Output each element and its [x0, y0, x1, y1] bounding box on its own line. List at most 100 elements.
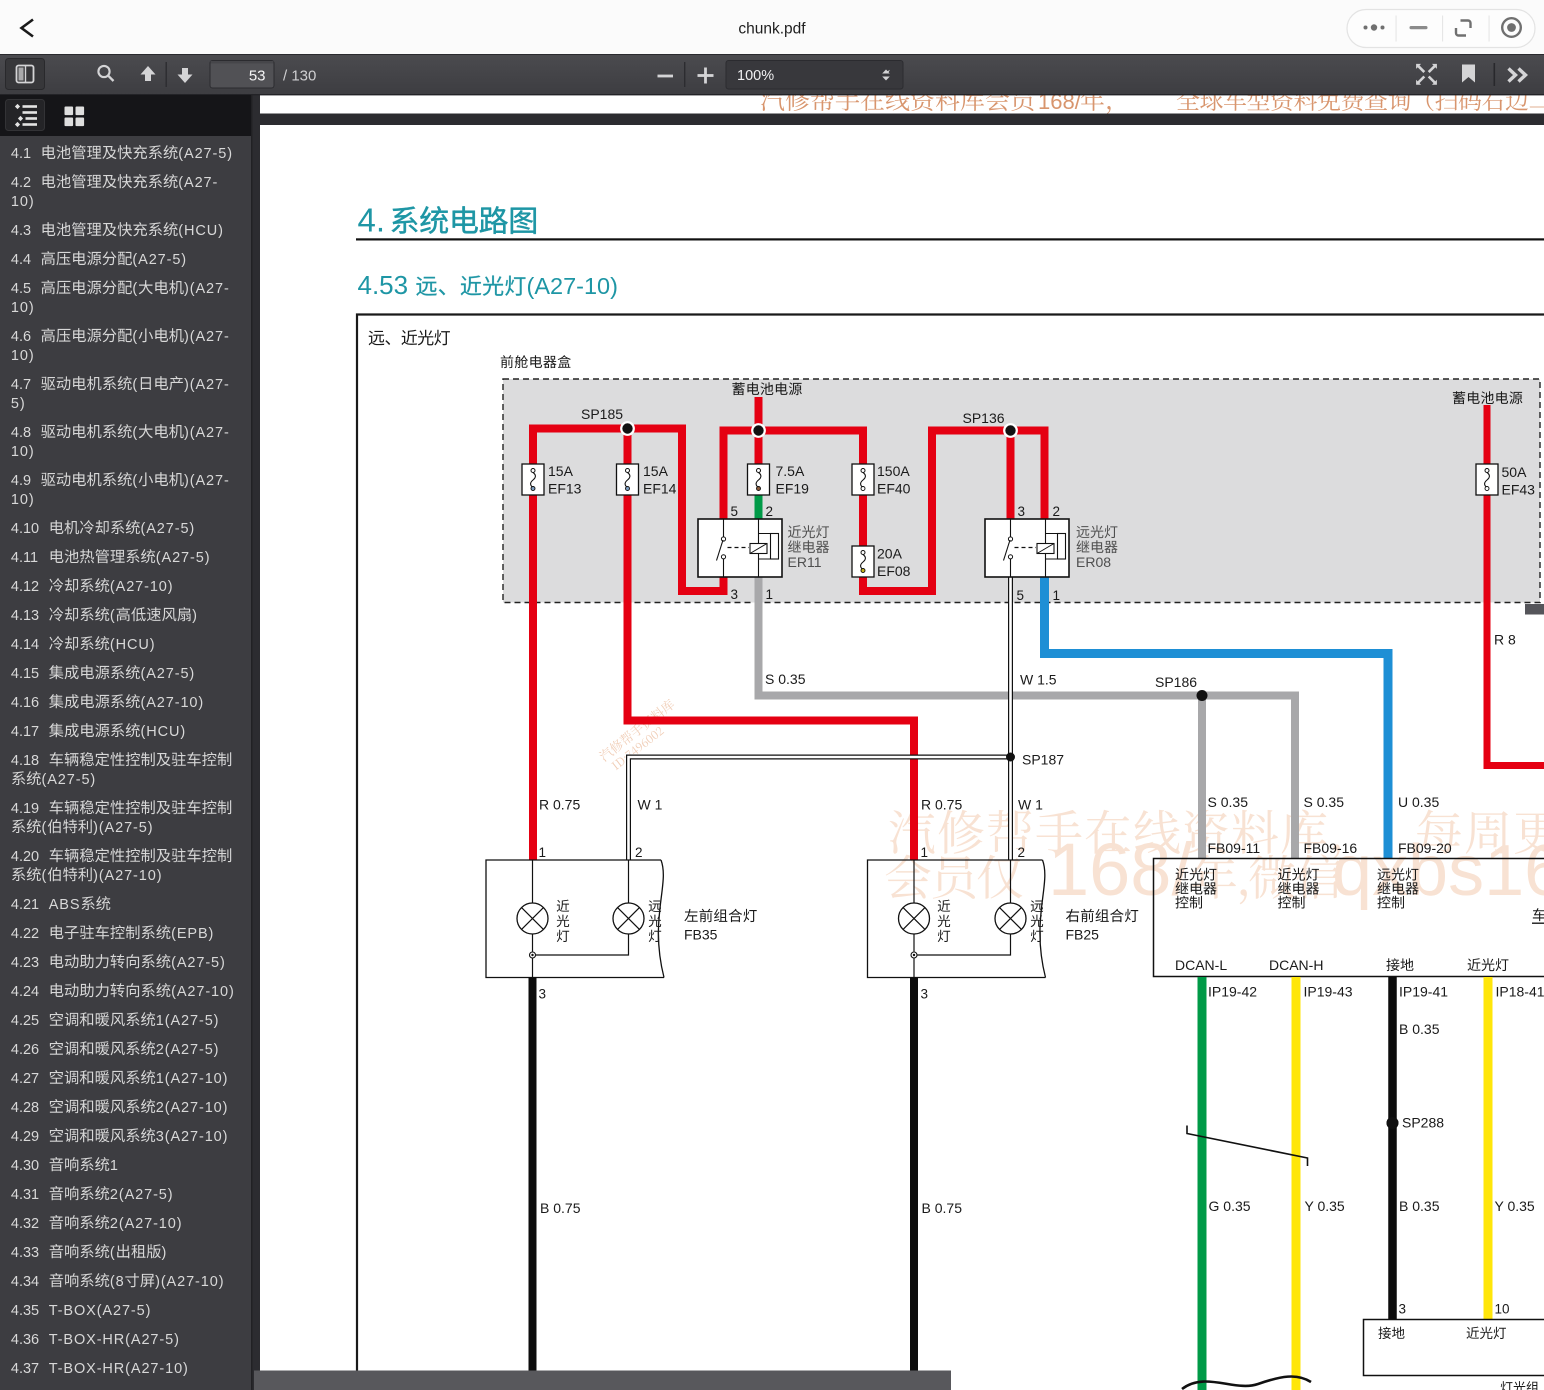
svg-text:15A: 15A — [548, 463, 574, 479]
svg-text:10): 10) — [11, 492, 35, 508]
svg-text:ABS: ABS — [49, 897, 81, 913]
svg-text:R 8: R 8 — [1494, 632, 1516, 648]
svg-text:4.19: 4.19 — [11, 801, 39, 817]
svg-text:EF14: EF14 — [643, 481, 677, 497]
svg-text:2(A27-10): 2(A27-10) — [156, 1100, 229, 1116]
svg-text:1(A27-5): 1(A27-5) — [156, 1013, 220, 1029]
svg-text:(: ( — [110, 608, 116, 624]
svg-text:168/: 168/ — [1048, 828, 1192, 911]
svg-text:53: 53 — [249, 68, 266, 85]
svg-text:ER11: ER11 — [788, 554, 822, 570]
svg-text:(HCU): (HCU) — [110, 637, 156, 653]
svg-text:SP185: SP185 — [581, 406, 623, 422]
svg-text:(A27-5): (A27-5) — [141, 521, 196, 537]
svg-text:20A: 20A — [877, 546, 903, 562]
svg-text:FB09-20: FB09-20 — [1398, 840, 1452, 856]
svg-text:3: 3 — [921, 987, 929, 1002]
svg-text:EF08: EF08 — [877, 563, 911, 579]
svg-text:IP19-43: IP19-43 — [1304, 984, 1353, 1000]
svg-text:)(A27-10): )(A27-10) — [93, 868, 162, 884]
svg-text:4.32: 4.32 — [11, 1216, 39, 1232]
svg-text:S 0.35: S 0.35 — [765, 671, 806, 687]
svg-text:IP19-42: IP19-42 — [1208, 984, 1257, 1000]
svg-text:10: 10 — [1495, 1302, 1510, 1317]
svg-text:B 0.35: B 0.35 — [1399, 1021, 1440, 1037]
svg-text:DCAN-H: DCAN-H — [1269, 957, 1323, 973]
svg-text:4.34: 4.34 — [11, 1274, 39, 1290]
svg-text:4.8: 4.8 — [11, 425, 31, 441]
svg-text:4.37: 4.37 — [11, 1361, 39, 1377]
svg-text:EF19: EF19 — [776, 481, 810, 497]
svg-text:2(A27-10): 2(A27-10) — [110, 1216, 183, 1232]
svg-text:B 0.35: B 0.35 — [1399, 1198, 1440, 1214]
svg-text:4.16: 4.16 — [11, 695, 39, 711]
svg-text:)(A27-: )(A27- — [184, 473, 230, 489]
svg-text:(HCU): (HCU) — [178, 223, 224, 239]
svg-text:4.13: 4.13 — [11, 608, 39, 624]
svg-text:T-BOX-HR(A27-10): T-BOX-HR(A27-10) — [49, 1361, 189, 1377]
svg-text:chunk.pdf: chunk.pdf — [738, 21, 806, 38]
svg-text:): ) — [192, 608, 198, 624]
svg-text:4.18: 4.18 — [11, 753, 39, 769]
svg-text:EF43: EF43 — [1502, 482, 1536, 498]
svg-text:4.33: 4.33 — [11, 1245, 39, 1261]
svg-text:4.21: 4.21 — [11, 897, 39, 913]
svg-text:U 0.35: U 0.35 — [1398, 794, 1439, 810]
svg-text:T-BOX-HR(A27-5): T-BOX-HR(A27-5) — [49, 1332, 180, 1348]
svg-text:B 0.75: B 0.75 — [540, 1200, 581, 1216]
svg-text:FB09-11: FB09-11 — [1208, 840, 1261, 856]
svg-text:)(A27-: )(A27- — [184, 281, 230, 297]
svg-text:5: 5 — [1017, 588, 1025, 603]
svg-text:(A27-10): (A27-10) — [171, 984, 235, 1000]
svg-text:(A27-5): (A27-5) — [178, 146, 233, 162]
svg-text:1: 1 — [921, 845, 929, 860]
svg-text:10): 10) — [11, 300, 35, 316]
svg-text:4.28: 4.28 — [11, 1100, 39, 1116]
svg-text:4.29: 4.29 — [11, 1129, 39, 1145]
svg-text:(: ( — [132, 329, 138, 345]
svg-text:4.7: 4.7 — [11, 377, 31, 393]
svg-text:EF40: EF40 — [877, 481, 911, 497]
svg-text:R 0.75: R 0.75 — [921, 797, 962, 813]
svg-text:IP18-41: IP18-41 — [1496, 984, 1544, 1000]
svg-text:150A: 150A — [877, 463, 910, 479]
svg-text:G 0.35: G 0.35 — [1209, 1198, 1251, 1214]
svg-text:4.3: 4.3 — [11, 223, 31, 239]
svg-text:4.30: 4.30 — [11, 1158, 39, 1174]
svg-text:(A27-5): (A27-5) — [42, 772, 97, 788]
svg-text:4.35: 4.35 — [11, 1303, 39, 1319]
svg-text:4.36: 4.36 — [11, 1332, 39, 1348]
svg-text:(A27-: (A27- — [178, 175, 218, 191]
svg-text:1: 1 — [766, 587, 774, 602]
svg-text:2(A27-5): 2(A27-5) — [156, 1042, 220, 1058]
svg-text:): ) — [162, 1245, 168, 1261]
svg-text:)(A27-: )(A27- — [184, 425, 230, 441]
svg-text:4.5: 4.5 — [11, 281, 31, 297]
svg-text:7.5A: 7.5A — [776, 463, 805, 479]
svg-text:4.20: 4.20 — [11, 849, 39, 865]
svg-text:FB09-16: FB09-16 — [1304, 840, 1358, 856]
svg-text:5): 5) — [11, 396, 26, 412]
svg-text:FB25: FB25 — [1066, 927, 1100, 943]
svg-text:1: 1 — [539, 845, 547, 860]
svg-text:(: ( — [132, 473, 138, 489]
svg-text:(EPB): (EPB) — [171, 926, 214, 942]
svg-text:4.17: 4.17 — [11, 724, 39, 740]
svg-text:(: ( — [110, 1245, 116, 1261]
svg-text:4.25: 4.25 — [11, 1013, 39, 1029]
svg-text:(: ( — [132, 425, 138, 441]
svg-text:(A27-10): (A27-10) — [141, 695, 205, 711]
svg-text:S 0.35: S 0.35 — [1304, 794, 1345, 810]
svg-text:3: 3 — [1399, 1302, 1407, 1317]
svg-text:2: 2 — [635, 845, 643, 860]
svg-text:DCAN-L: DCAN-L — [1175, 957, 1227, 973]
svg-text:SP288: SP288 — [1402, 1115, 1444, 1131]
svg-text:5: 5 — [731, 504, 739, 519]
svg-text:4.31: 4.31 — [11, 1187, 39, 1203]
svg-text:4.11: 4.11 — [11, 550, 38, 566]
svg-text:(HCU): (HCU) — [141, 724, 187, 740]
svg-text:3: 3 — [1018, 504, 1026, 519]
svg-text:1(A27-10): 1(A27-10) — [156, 1071, 229, 1087]
svg-text:4.14: 4.14 — [11, 637, 39, 653]
svg-text:B 0.75: B 0.75 — [922, 1200, 963, 1216]
